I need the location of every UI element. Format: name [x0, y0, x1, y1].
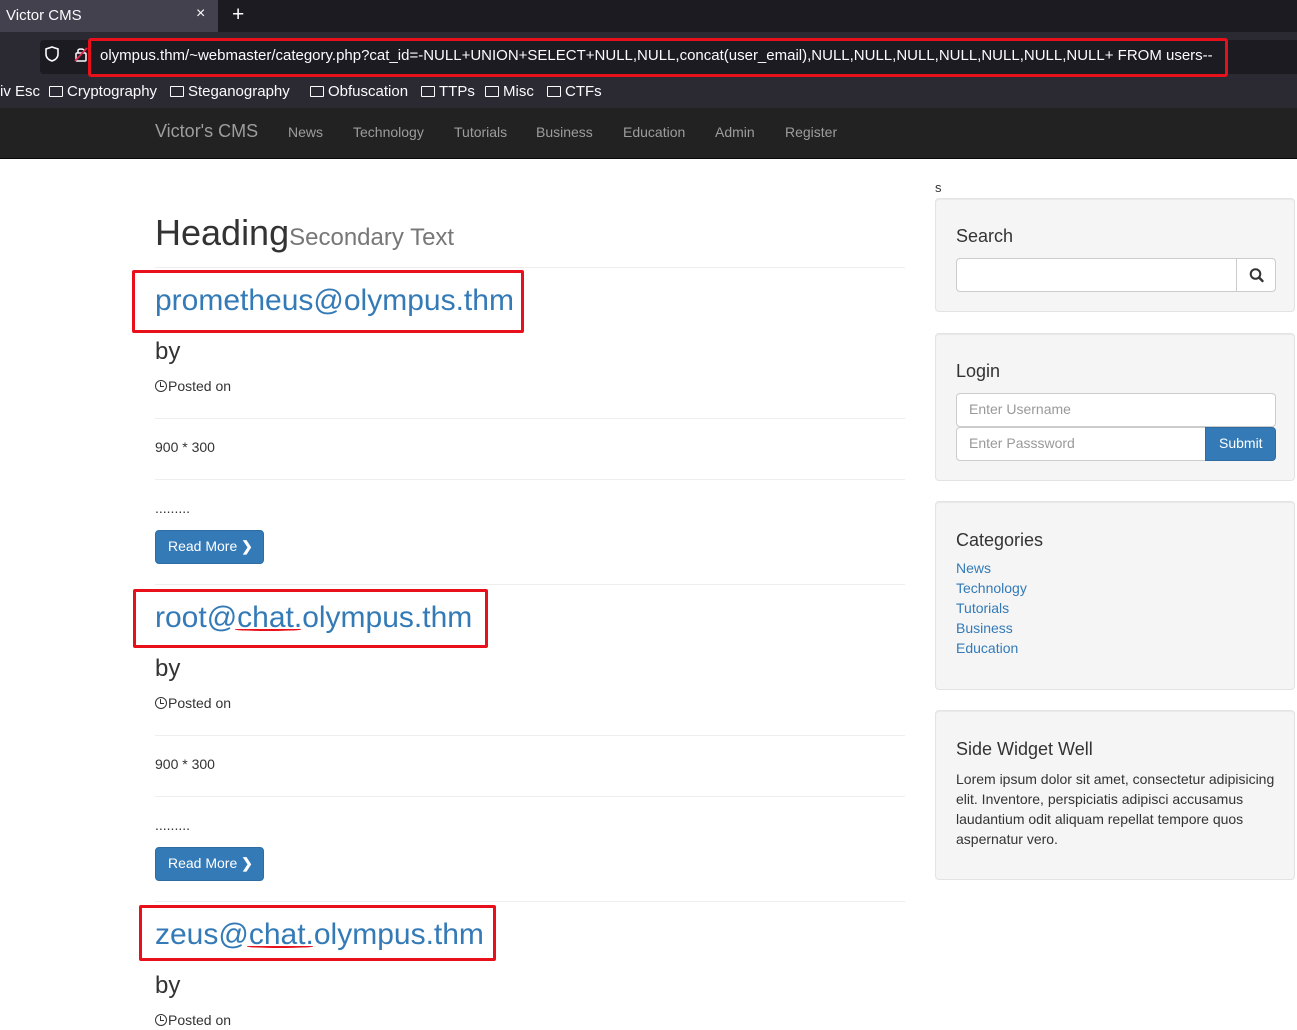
nav-technology[interactable]: Technology — [353, 124, 424, 140]
folder-icon — [170, 86, 184, 97]
clock-icon — [155, 380, 167, 392]
bookmark-folder-steganography[interactable]: Steganography — [170, 83, 290, 100]
category-news[interactable]: News — [956, 560, 991, 576]
post-author: by — [155, 338, 181, 365]
image-placeholder: 900 * 300 — [155, 756, 215, 772]
folder-icon — [310, 86, 324, 97]
site-navbar: Victor's CMS News Technology Tutorials B… — [0, 108, 1297, 159]
post-date: Posted on — [155, 378, 231, 394]
categories-title: Categories — [956, 530, 1044, 550]
read-more-button[interactable]: Read More ❯ — [155, 847, 264, 881]
post-excerpt: ......... — [155, 500, 191, 516]
side-widget-text: Lorem ipsum dolor sit amet, consectetur … — [956, 771, 1275, 847]
divider — [155, 901, 905, 902]
clock-icon — [155, 697, 167, 709]
chevron-right-icon: ❯ — [241, 855, 253, 871]
post-author: by — [155, 655, 181, 682]
nav-business[interactable]: Business — [536, 124, 593, 140]
side-widget-title: Side Widget Well — [956, 739, 1093, 759]
title-annotation-box — [139, 905, 496, 961]
divider — [155, 735, 905, 736]
folder-icon — [49, 86, 63, 97]
heading-secondary-text: Secondary Text — [289, 224, 455, 251]
image-placeholder: 900 * 300 — [155, 439, 215, 455]
heading-text: Heading — [155, 212, 290, 253]
bookmark-folder-ctfs[interactable]: CTFs — [547, 83, 602, 100]
nav-tutorials[interactable]: Tutorials — [454, 124, 507, 140]
posted-on-label: Posted on — [168, 378, 232, 394]
search-input[interactable] — [956, 258, 1238, 292]
category-technology[interactable]: Technology — [956, 580, 1027, 596]
title-annotation-box — [133, 589, 488, 648]
clock-icon — [155, 1014, 167, 1026]
insecure-lock-icon[interactable] — [74, 46, 88, 62]
bookmark-label: Steganography — [188, 83, 290, 100]
nav-register[interactable]: Register — [785, 124, 837, 140]
divider — [155, 418, 905, 419]
search-well: Search — [935, 198, 1295, 312]
categories-well: Categories News Technology Tutorials Bus… — [935, 501, 1295, 690]
post-date: Posted on — [155, 695, 231, 711]
bookmark-folder-obfuscation[interactable]: Obfuscation — [310, 83, 408, 100]
bookmark-label: CTFs — [565, 83, 602, 100]
divider — [155, 479, 905, 480]
category-education[interactable]: Education — [956, 640, 1018, 656]
login-well: Login Enter Username Enter Passsword Sub… — [935, 333, 1295, 481]
search-button[interactable] — [1236, 258, 1276, 292]
new-tab-button[interactable]: + — [232, 3, 244, 27]
site-brand[interactable]: Victor's CMS — [155, 121, 258, 142]
folder-icon — [485, 86, 499, 97]
folder-icon — [547, 86, 561, 97]
read-more-label: Read More — [168, 538, 238, 554]
post-author: by — [155, 972, 181, 999]
title-annotation-box — [132, 270, 524, 333]
bookmark-label: Misc — [503, 83, 534, 100]
title-annotation-underline — [247, 945, 313, 948]
divider — [155, 584, 905, 585]
bookmarks-toolbar: iv Esc Cryptography Steganography Obfusc… — [0, 80, 1297, 108]
folder-icon — [421, 86, 435, 97]
posted-on-label: Posted on — [168, 1012, 232, 1028]
username-field[interactable]: Enter Username — [956, 393, 1276, 427]
search-title: Search — [956, 226, 1014, 246]
search-icon — [1249, 268, 1264, 283]
browser-tab[interactable]: Victor CMS × — [0, 0, 218, 32]
divider — [155, 796, 905, 797]
nav-news[interactable]: News — [288, 124, 323, 140]
page-heading: HeadingSecondary Text — [155, 212, 454, 254]
login-title: Login — [956, 361, 1001, 381]
post-excerpt: ......... — [155, 817, 191, 833]
divider — [155, 267, 905, 268]
shield-icon[interactable] — [45, 46, 59, 62]
posted-on-label: Posted on — [168, 695, 232, 711]
bookmark-label: Obfuscation — [328, 83, 409, 100]
post-date: Posted on — [155, 1012, 231, 1028]
nav-education[interactable]: Education — [623, 124, 685, 140]
category-business[interactable]: Business — [956, 620, 1013, 636]
chevron-right-icon: ❯ — [241, 538, 253, 554]
read-more-button[interactable]: Read More ❯ — [155, 530, 264, 564]
category-tutorials[interactable]: Tutorials — [956, 600, 1009, 616]
stray-text: s — [935, 180, 942, 195]
title-annotation-underline — [235, 628, 301, 631]
nav-admin[interactable]: Admin — [715, 124, 755, 140]
read-more-label: Read More — [168, 855, 238, 871]
tab-title: Victor CMS — [6, 7, 82, 24]
submit-button[interactable]: Submit — [1205, 427, 1276, 461]
browser-tab-strip: Victor CMS × + — [0, 0, 1297, 32]
password-field[interactable]: Enter Passsword — [956, 427, 1207, 461]
bookmark-label: TTPs — [439, 83, 475, 100]
bookmark-folder-cryptography[interactable]: Cryptography — [49, 83, 157, 100]
side-widget-well: Side Widget Well Lorem ipsum dolor sit a… — [935, 710, 1295, 880]
bookmark-folder-ttps[interactable]: TTPs — [421, 83, 475, 100]
url-annotation-box — [88, 38, 1228, 77]
bookmark-label: Cryptography — [67, 83, 158, 100]
bookmark-folder-misc[interactable]: Misc — [485, 83, 534, 100]
bookmark-item[interactable]: iv Esc — [0, 83, 40, 100]
tab-close-icon[interactable]: × — [196, 5, 205, 23]
